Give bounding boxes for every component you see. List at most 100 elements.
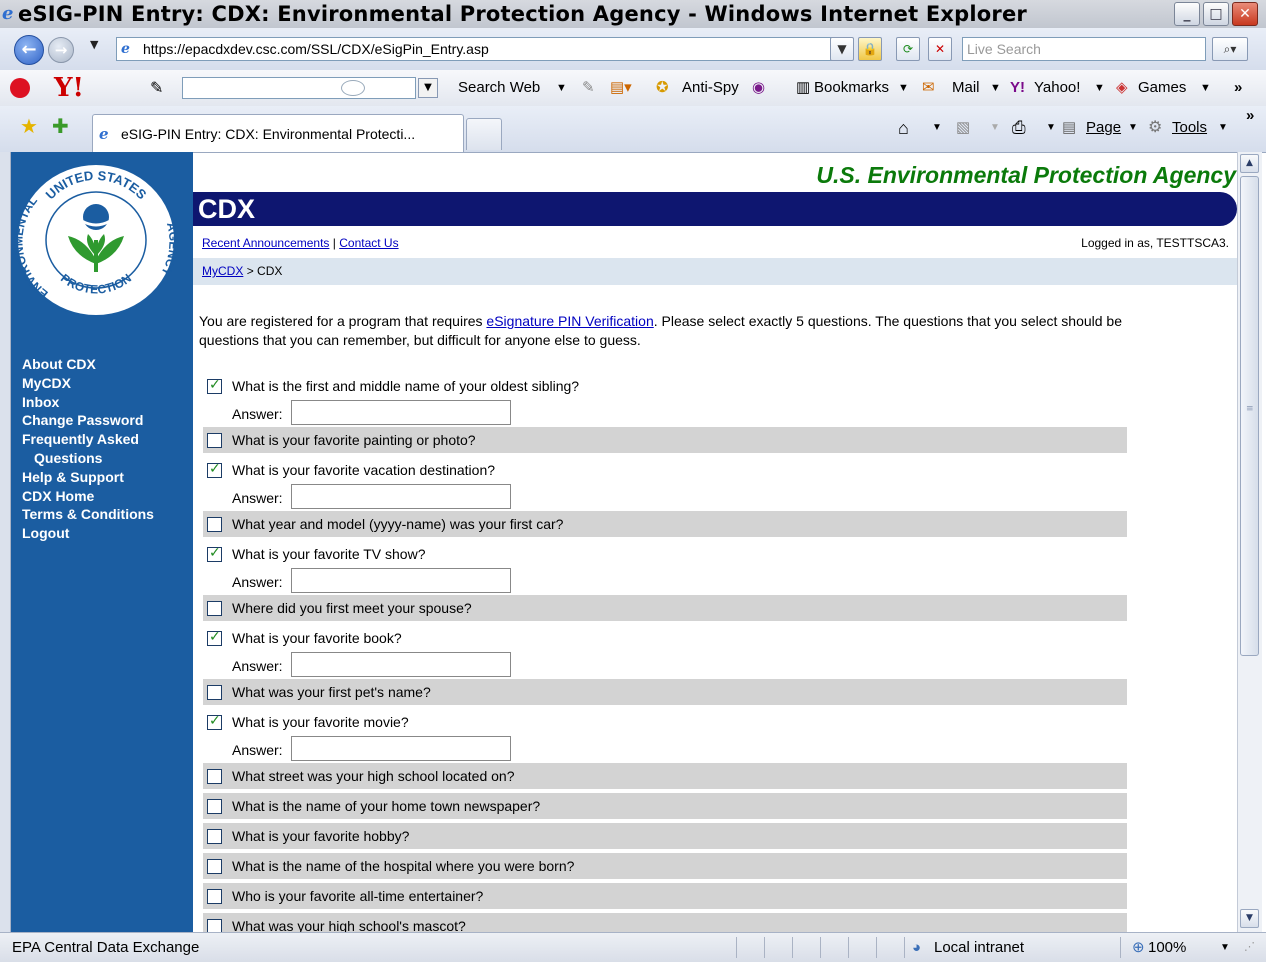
answer-input[interactable]	[291, 400, 511, 425]
question-checkbox[interactable]	[207, 685, 222, 700]
question-checkbox[interactable]: ✓	[207, 629, 222, 646]
scrollbar-thumb[interactable]: ≡	[1240, 176, 1259, 656]
esignature-pin-link[interactable]: eSignature PIN Verification	[486, 313, 653, 329]
question-checkbox[interactable]: ✓	[207, 461, 222, 478]
forward-button[interactable]: →	[48, 37, 74, 63]
search-web-button[interactable]: Search Web	[458, 70, 540, 106]
question-text: What is the first and middle name of you…	[232, 378, 580, 394]
games-icon: ◈	[1116, 79, 1128, 96]
games-dropdown-icon[interactable]: ▼	[1200, 70, 1211, 106]
minimize-button[interactable]: _	[1174, 2, 1200, 26]
search-web-dropdown-icon[interactable]: ▼	[556, 70, 567, 106]
window-title-bar[interactable]: e eSIG-PIN Entry: CDX: Environmental Pro…	[0, 0, 1266, 28]
back-button[interactable]: ←	[14, 35, 44, 65]
yahoo-search-input[interactable]	[182, 77, 416, 99]
scroll-down-arrow-icon[interactable]: ▼	[1240, 909, 1259, 928]
question-row: Who is your favorite all-time entertaine…	[203, 883, 1127, 909]
tools-dropdown-icon[interactable]: ▼	[1218, 106, 1228, 150]
question-checkbox[interactable]	[207, 769, 222, 784]
ie-logo-icon: e	[2, 3, 14, 24]
zoom-dropdown-icon[interactable]: ▼	[1220, 933, 1230, 962]
answer-label: Answer:	[232, 742, 283, 758]
highlight-icon[interactable]: ✎	[582, 70, 595, 106]
maximize-button[interactable]: □	[1203, 2, 1229, 26]
address-dropdown-button[interactable]: ▼	[830, 37, 854, 61]
yahoo-dropdown-icon[interactable]: ▼	[1094, 70, 1105, 106]
question-checkbox[interactable]	[207, 601, 222, 616]
breadcrumb-mycdx-link[interactable]: MyCDX	[202, 264, 243, 278]
sidebar-item-change-password[interactable]: Change Password	[22, 411, 192, 430]
security-zone[interactable]: Local intranet	[934, 933, 1024, 962]
question-checkbox[interactable]	[207, 829, 222, 844]
toolbar-overflow-icon[interactable]: »	[1234, 70, 1242, 106]
stop-button[interactable]: ✕	[928, 37, 952, 61]
bookmarks-dropdown-icon[interactable]: ▼	[898, 70, 909, 106]
popup-blocker-icon[interactable]: ▤▾	[610, 70, 632, 106]
favorites-star-icon[interactable]: ★	[20, 114, 38, 138]
scroll-up-arrow-icon[interactable]: ▲	[1240, 154, 1259, 173]
mail-button[interactable]: Mail	[952, 70, 980, 106]
sidebar-item-about-cdx[interactable]: About CDX	[22, 355, 192, 374]
tab-active[interactable]: e eSIG-PIN Entry: CDX: Environmental Pro…	[92, 114, 464, 152]
home-icon[interactable]: ⌂	[898, 106, 909, 150]
yahoo-companion-icon[interactable]	[10, 78, 30, 98]
page-dropdown-icon[interactable]: ▼	[1128, 106, 1138, 150]
security-lock-icon[interactable]: 🔒	[858, 37, 882, 61]
zoom-level[interactable]: 100%	[1148, 933, 1186, 962]
feeds-dropdown-icon[interactable]: ▼	[990, 106, 1000, 150]
yahoo-button[interactable]: Yahoo!	[1034, 70, 1080, 106]
tools-menu-button[interactable]: Tools	[1172, 106, 1207, 150]
page-menu-button[interactable]: Page	[1086, 106, 1121, 150]
vertical-scrollbar[interactable]: ▲ ≡ ▼	[1237, 152, 1262, 932]
answer-input[interactable]	[291, 484, 511, 509]
status-divider	[764, 937, 765, 958]
resize-grip-icon[interactable]: ⋰	[1244, 933, 1255, 962]
sidebar-item-help-support[interactable]: Help & Support	[22, 468, 192, 487]
answer-input[interactable]	[291, 652, 511, 677]
question-checkbox[interactable]: ✓	[207, 377, 222, 394]
answer-input[interactable]	[291, 736, 511, 761]
address-bar[interactable]: e https://epacdxdev.csc.com/SSL/CDX/eSig…	[116, 37, 852, 61]
add-favorite-icon[interactable]: ✚	[52, 114, 69, 138]
logged-in-status: Logged in as, TESTTSCA3.	[1081, 236, 1229, 250]
print-dropdown-icon[interactable]: ▼	[1046, 106, 1056, 150]
question-checkbox[interactable]	[207, 517, 222, 532]
print-icon[interactable]: ⎙	[1012, 106, 1026, 150]
home-dropdown-icon[interactable]: ▼	[932, 106, 942, 150]
music-icon[interactable]: ◉	[752, 70, 765, 106]
question-checkbox[interactable]: ✓	[207, 713, 222, 730]
sidebar-item-terms-conditions[interactable]: Terms & Conditions	[22, 505, 192, 524]
sidebar-item-cdx-home[interactable]: CDX Home	[22, 487, 192, 506]
recent-pages-dropdown-icon[interactable]: ▼	[90, 38, 98, 51]
question-checkbox[interactable]: ✓	[207, 545, 222, 562]
sidebar-item-faq[interactable]: Frequently Asked	[22, 430, 192, 449]
anti-spy-button[interactable]: Anti-Spy	[682, 70, 739, 106]
sidebar-item-mycdx[interactable]: MyCDX	[22, 374, 192, 393]
close-button[interactable]: ✕	[1232, 2, 1258, 26]
recent-announcements-link[interactable]: Recent Announcements	[202, 236, 329, 250]
yahoo-logo-icon[interactable]: Y!	[54, 74, 84, 102]
mail-dropdown-icon[interactable]: ▼	[990, 70, 1001, 106]
live-search-input[interactable]: Live Search	[962, 37, 1206, 61]
games-button[interactable]: Games	[1138, 70, 1186, 106]
question-checkbox[interactable]	[207, 889, 222, 904]
yahoo-small-icon: Y!	[1010, 79, 1025, 96]
breadcrumb-current: CDX	[257, 264, 283, 278]
refresh-button[interactable]: ⟳	[896, 37, 920, 61]
yahoo-search-dropdown[interactable]: ▼	[418, 78, 438, 98]
question-checkbox[interactable]	[207, 433, 222, 448]
answer-input[interactable]	[291, 568, 511, 593]
feeds-icon[interactable]: ▧	[956, 106, 970, 150]
question-checkbox[interactable]	[207, 859, 222, 874]
command-overflow-icon[interactable]: »	[1246, 106, 1254, 126]
question-checkbox[interactable]	[207, 799, 222, 814]
contact-us-link[interactable]: Contact Us	[339, 236, 398, 250]
bookmarks-button[interactable]: Bookmarks	[814, 70, 889, 106]
sidebar-item-logout[interactable]: Logout	[22, 524, 192, 543]
new-tab-button[interactable]	[466, 118, 502, 150]
pencil-icon[interactable]: ✎	[150, 78, 163, 98]
search-button[interactable]: ⌕▾	[1212, 37, 1248, 61]
question-row: ✓ What is your favorite vacation destinat…	[203, 457, 1127, 483]
sidebar-item-faq-continued[interactable]: Questions	[22, 449, 192, 468]
sidebar-item-inbox[interactable]: Inbox	[22, 393, 192, 412]
